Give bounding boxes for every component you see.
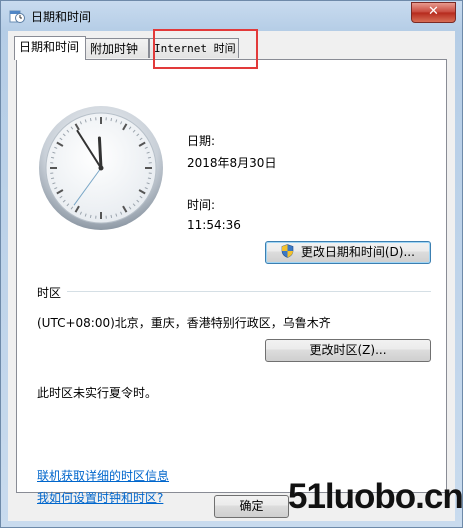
date-value: 2018年8月30日 [187,156,277,170]
ok-button[interactable]: 确定 [214,495,289,518]
timezone-info-link[interactable]: 联机获取详细的时区信息 [37,467,169,484]
title-bar[interactable]: 日期和时间 ✕ [1,1,462,31]
how-to-set-clock-link[interactable]: 我如何设置时钟和时区? [37,489,163,506]
highlight-box [153,29,258,69]
clock-minute-tick [147,156,151,159]
clock-minute-tick [110,118,113,122]
tab-additional-clocks[interactable]: 附加时钟 [85,38,149,58]
timezone-heading: 时区 [37,286,62,300]
tab-label: 附加时钟 [90,42,139,56]
close-button[interactable]: ✕ [411,2,456,23]
clock-minute-tick [89,214,92,218]
change-date-time-label: 更改日期和时间(D)... [300,245,415,259]
datetime-app-icon [9,10,25,23]
change-timezone-label: 更改时区(Z)... [309,343,387,357]
date-label: 日期: [187,134,216,148]
change-timezone-button[interactable]: 更改时区(Z)... [265,339,431,362]
date-time-dialog: 日期和时间 ✕ 日期和时间 附加时钟 Internet 时间 日期: 2018年… [0,0,463,528]
dialog-client: 日期和时间 附加时钟 Internet 时间 日期: 2018年8月30日 时间… [8,31,455,521]
clock-minute-tick [110,214,113,218]
tab-panel: 日期: 2018年8月30日 时间: 11:54:36 更改日期和时间(D)..… [16,59,447,505]
clock-minute-tick [51,156,55,159]
ok-label: 确定 [239,499,264,513]
tab-label: 日期和时间 [19,40,80,54]
window-title: 日期和时间 [31,10,92,24]
close-icon: ✕ [428,4,439,19]
clock-minute-tick [51,177,55,180]
clock-center [98,165,104,171]
change-date-time-button[interactable]: 更改日期和时间(D)... [265,241,431,264]
clock-minute-tick [89,118,92,122]
clock-hour-hand [97,136,103,170]
timezone-value: (UTC+08:00)北京，重庆，香港特别行政区，乌鲁木齐 [37,316,331,330]
dst-note: 此时区未实行夏令时。 [37,386,158,400]
analog-clock [39,106,163,230]
tab-date-time[interactable]: 日期和时间 [14,36,86,60]
watermark: 51luobo.cn [288,477,463,516]
timezone-separator [67,291,431,292]
uac-shield-icon [281,244,294,258]
time-label: 时间: [187,198,216,212]
clock-minute-tick [147,177,151,180]
time-value: 11:54:36 [187,218,241,232]
